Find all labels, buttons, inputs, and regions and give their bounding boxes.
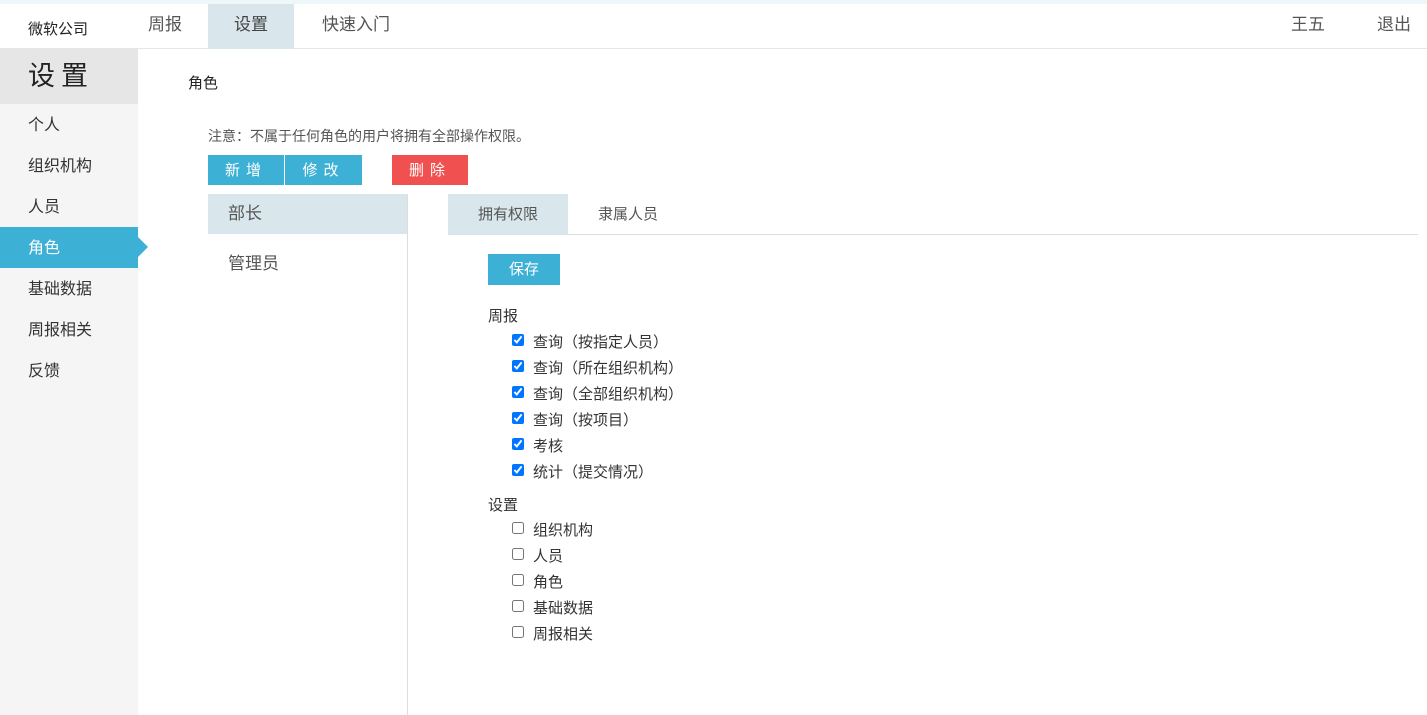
page-title: 角色 [188,74,219,92]
sidebar-item-label: 反馈 [28,361,61,380]
perm-item[interactable]: 查询（全部组织机构） [512,383,683,405]
tab-permissions[interactable]: 拥有权限 [448,194,568,235]
sidebar-item-feedback[interactable]: 反馈 [0,350,138,391]
tab-members[interactable]: 隶属人员 [568,194,688,235]
perm-group-title: 周报 [488,307,519,325]
perm-label: 查询（按项目） [533,411,639,429]
save-button[interactable]: 保存 [488,254,560,285]
perm-label: 角色 [533,573,564,591]
permission-notice: 注意：不属于任何角色的用户将拥有全部操作权限。 [208,129,530,145]
sidebar-item-label: 角色 [28,238,61,257]
perm-item[interactable]: 统计（提交情况） [512,461,653,483]
brand-name: 微软公司 [28,20,89,38]
perm-item[interactable]: 组织机构 [512,519,593,541]
edit-role-button[interactable]: 修改 [285,155,362,185]
perm-item[interactable]: 查询（按指定人员） [512,331,668,353]
delete-role-button[interactable]: 删除 [392,155,468,185]
perm-checkbox[interactable] [512,360,524,372]
sidebar-item-label: 基础数据 [28,279,93,298]
perm-checkbox[interactable] [512,548,524,560]
perm-item[interactable]: 角色 [512,571,563,593]
top-navbar: 微软公司 周报 设置 快速入门 王五 退出 [0,0,1427,49]
nav-settings[interactable]: 设置 [208,4,294,49]
role-tabs: 拥有权限 隶属人员 [448,194,1418,235]
perm-checkbox[interactable] [512,600,524,612]
perm-checkbox[interactable] [512,386,524,398]
perm-checkbox[interactable] [512,464,524,476]
nav-quick-start[interactable]: 快速入门 [310,4,402,49]
role-item-admin[interactable]: 管理员 [208,244,407,284]
sidebar-item-label: 个人 [28,115,61,134]
perm-label: 查询（按指定人员） [533,333,669,351]
sidebar-item-roles[interactable]: 角色 [0,227,148,268]
sidebar-item-weekly-related[interactable]: 周报相关 [0,309,138,350]
sidebar-item-personal[interactable]: 个人 [0,104,138,145]
perm-item[interactable]: 周报相关 [512,623,593,645]
sidebar-title: 设置 [0,49,138,104]
current-user[interactable]: 王五 [1291,4,1325,47]
perm-item[interactable]: 人员 [512,545,563,567]
perm-checkbox[interactable] [512,334,524,346]
role-item-minister[interactable]: 部长 [208,194,407,234]
sidebar-item-staff[interactable]: 人员 [0,186,138,227]
active-arrow-icon [138,237,148,257]
sidebar-item-organization[interactable]: 组织机构 [0,145,138,186]
role-list: 部长 管理员 [208,194,408,715]
sidebar-item-label: 人员 [28,197,61,216]
perm-item[interactable]: 查询（所在组织机构） [512,357,683,379]
add-role-button[interactable]: 新增 [208,155,284,185]
perm-label: 查询（全部组织机构） [533,385,684,403]
nav-weekly[interactable]: 周报 [138,4,192,49]
perm-checkbox[interactable] [512,438,524,450]
perm-item[interactable]: 考核 [512,435,563,457]
perm-checkbox[interactable] [512,412,524,424]
sidebar-item-base-data[interactable]: 基础数据 [0,268,138,309]
perm-label: 组织机构 [533,521,594,539]
perm-checkbox[interactable] [512,574,524,586]
perm-checkbox[interactable] [512,522,524,534]
perm-label: 统计（提交情况） [533,463,654,481]
sidebar-item-label: 周报相关 [28,320,93,339]
sidebar-item-label: 组织机构 [28,156,93,175]
perm-label: 人员 [533,547,564,565]
logout-link[interactable]: 退出 [1377,4,1411,47]
perm-item[interactable]: 查询（按项目） [512,409,638,431]
perm-label: 基础数据 [533,599,594,617]
perm-item[interactable]: 基础数据 [512,597,593,619]
perm-group-title: 设置 [488,496,519,514]
perm-label: 查询（所在组织机构） [533,359,684,377]
perm-label: 考核 [533,437,564,455]
sidebar: 设置 个人 组织机构 人员 角色 基础数据 周报相关 反馈 [0,49,148,715]
perm-checkbox[interactable] [512,626,524,638]
perm-label: 周报相关 [533,625,594,643]
